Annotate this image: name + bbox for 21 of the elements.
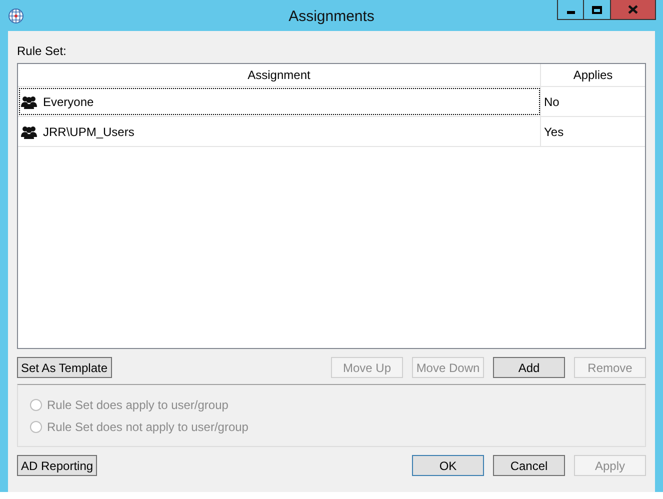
- globe-icon: [8, 8, 24, 24]
- list-button[interactable]: Add: [493, 357, 565, 378]
- assignment-name: Everyone: [43, 94, 94, 110]
- set-as-template-button[interactable]: Set As Template: [17, 357, 112, 378]
- assignment-name: JRR\UPM_Users: [43, 124, 134, 140]
- table-row[interactable]: JRR\UPM_Users Yes: [18, 117, 645, 147]
- window-title: Assignments: [288, 7, 374, 27]
- close-icon: [628, 5, 638, 14]
- table-row[interactable]: Everyone No: [18, 87, 645, 117]
- users-icon: [21, 94, 37, 108]
- rule-set-label: Rule Set:: [17, 43, 68, 58]
- applies-value: No: [544, 94, 560, 110]
- column-header[interactable]: Applies: [541, 64, 645, 86]
- ad-reporting-button[interactable]: AD Reporting: [17, 455, 98, 476]
- column-header[interactable]: Assignment: [18, 64, 541, 86]
- close-button[interactable]: [611, 0, 656, 20]
- minimize-button[interactable]: [557, 0, 584, 20]
- dialog-button[interactable]: OK: [412, 455, 484, 476]
- applies-value: Yes: [544, 124, 564, 140]
- users-icon: [21, 124, 37, 138]
- dialog-button[interactable]: Cancel: [493, 455, 565, 476]
